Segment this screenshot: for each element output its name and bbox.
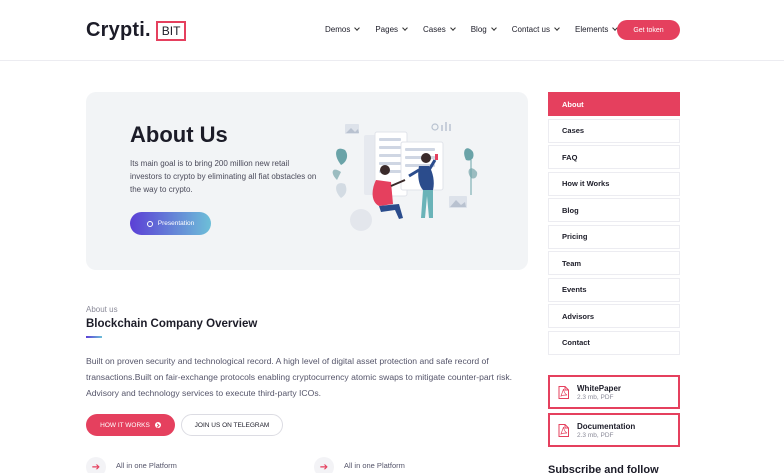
documentation-download[interactable]: Documentation 2.3 mb, PDF: [548, 413, 680, 447]
site-header: Crypti. BIT Demos Pages Cases Blog Conta…: [0, 0, 784, 61]
nav-label: Pages: [375, 25, 399, 34]
nav-elements[interactable]: Elements: [574, 25, 619, 34]
sidebar-item-pricing[interactable]: Pricing: [548, 224, 680, 249]
logo-text: Crypti.: [86, 19, 151, 41]
title-underline: [86, 336, 102, 338]
nav-blog[interactable]: Blog: [470, 25, 497, 34]
doc-title: Documentation: [577, 421, 636, 431]
doc-title: WhitePaper: [577, 383, 622, 393]
sidebar-item-contact[interactable]: Contact: [548, 330, 680, 355]
nav-label: Demos: [325, 25, 351, 34]
sidebar-item-faq[interactable]: FAQ: [548, 145, 680, 169]
nav-label: Blog: [470, 25, 487, 34]
hero-description: Its main goal is to bring 200 million ne…: [130, 159, 317, 194]
join-telegram-button[interactable]: JOIN US ON TELEGRAM: [181, 414, 283, 436]
pdf-file-icon: [558, 423, 569, 437]
logo[interactable]: Crypti. BIT: [86, 19, 187, 42]
whitepaper-download[interactable]: WhitePaper 2.3 mb, PDF: [548, 375, 680, 409]
how-it-works-label: HOW IT WORKS: [100, 421, 150, 429]
sidebar-item-cases[interactable]: Cases: [548, 118, 680, 143]
hero-card: About Us Its main goal is to bring 200 m…: [86, 92, 528, 270]
sidebar-item-how-it-works[interactable]: How it Works: [548, 171, 680, 196]
logo-badge: BIT: [155, 20, 187, 41]
sidebar-menu: About Cases FAQ How it Works Blog Pricin…: [548, 92, 680, 357]
nav-cases[interactable]: Cases: [423, 25, 456, 34]
sidebar-item-advisors[interactable]: Advisors: [548, 304, 680, 328]
section-paragraph: Built on proven security and technologic…: [86, 356, 513, 398]
arrow-right-icon: ➔: [86, 457, 106, 473]
nav-label: Contact us: [511, 25, 550, 34]
feature-label: All in one Platform: [116, 461, 177, 470]
feature-label: All in one Platform: [344, 461, 405, 470]
chat-bubble-icon: [146, 220, 153, 227]
chevron-down-icon: [490, 25, 497, 31]
presentation-label: Presentation: [157, 220, 195, 227]
feature-item: ➔ All in one Platform: [86, 457, 177, 473]
page-title: About Us: [130, 122, 228, 147]
nav-demos[interactable]: Demos: [325, 25, 361, 34]
feature-item: ➔ All in one Platform: [314, 457, 405, 473]
sidebar-item-events[interactable]: Events: [548, 277, 680, 302]
chevron-down-icon: [402, 25, 408, 31]
presentation-button[interactable]: Presentation: [130, 212, 211, 235]
nav-label: Elements: [574, 25, 609, 34]
chevron-down-icon: [354, 25, 361, 31]
chevron-down-icon: [554, 25, 560, 31]
sidebar-item-blog[interactable]: Blog: [548, 198, 680, 222]
sidebar-item-team[interactable]: Team: [548, 251, 680, 275]
get-token-button[interactable]: Get token: [617, 20, 680, 40]
hero-illustration: [332, 122, 478, 231]
doc-text: WhitePaper 2.3 mb, PDF: [577, 384, 621, 401]
sidebar-item-about[interactable]: About: [548, 92, 680, 116]
doc-text: Documentation 2.3 mb, PDF: [577, 422, 635, 439]
nav-label: Cases: [423, 25, 446, 34]
main-nav: Demos Pages Cases Blog Contact us Elemen…: [325, 25, 633, 34]
subscribe-heading: Subscribe and follow: [548, 464, 659, 473]
arrow-right-icon: ➔: [314, 457, 334, 473]
chevron-down-icon: [449, 25, 456, 31]
nav-pages[interactable]: Pages: [375, 25, 408, 34]
how-it-works-button[interactable]: HOW IT WORKS: [86, 414, 175, 436]
doc-meta: 2.3 mb, PDF: [577, 431, 614, 439]
arrow-right-circle-icon: [154, 422, 161, 428]
section-title: Blockchain Company Overview: [86, 318, 258, 330]
doc-meta: 2.3 mb, PDF: [577, 393, 614, 401]
pdf-file-icon: [558, 385, 569, 399]
nav-contact[interactable]: Contact us: [511, 25, 560, 34]
section-eyebrow: About us: [86, 305, 118, 314]
